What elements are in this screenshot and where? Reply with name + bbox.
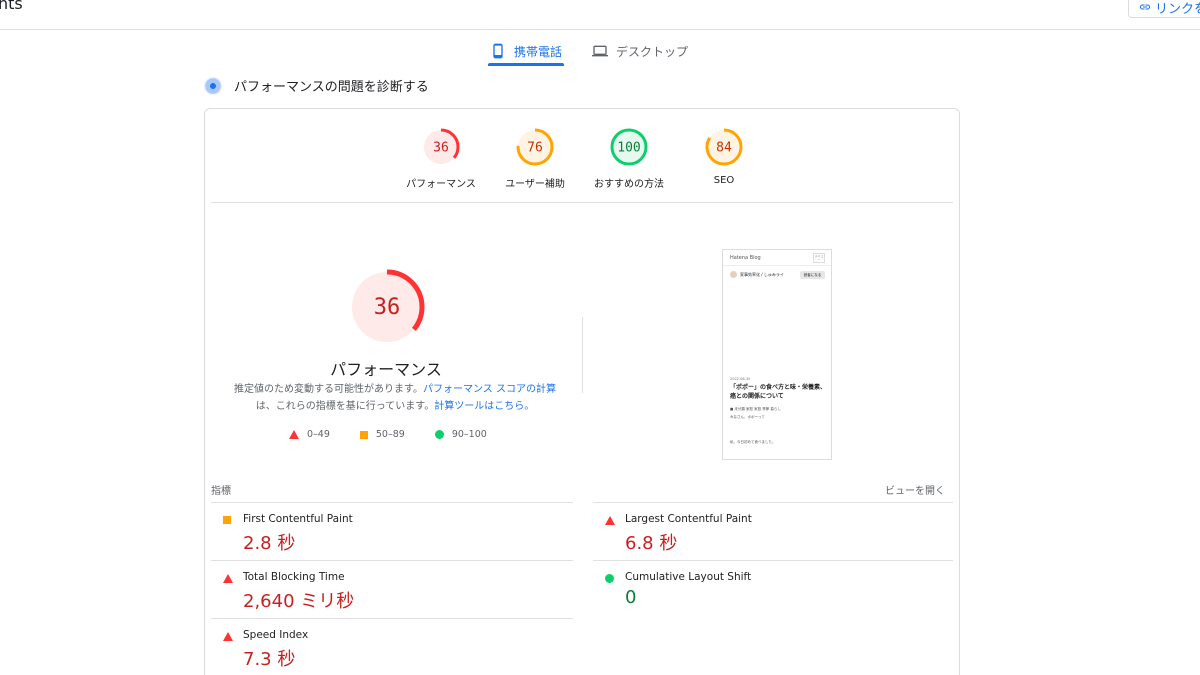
gauge-accessibility[interactable]: 76 ユーザー補助 (485, 127, 585, 190)
performance-score-gauge: 36 (347, 267, 427, 347)
thumb-footer-text: 私、今日初めて食べました。 (730, 440, 776, 444)
svg-text:84: 84 (716, 141, 732, 156)
performance-score-label: パフォーマンス (330, 360, 442, 379)
score-legend: 0–49 50–89 90–100 (289, 429, 487, 440)
tab-mobile[interactable]: 携帯電話 (488, 36, 565, 66)
metric-value: 2.8 秒 (243, 533, 296, 554)
gauge-accessibility-label: ユーザー補助 (505, 179, 565, 190)
thumb-date: 2022-08-30 (730, 377, 751, 381)
legend-fail: 0–49 (289, 429, 330, 440)
thumb-tags: ■ 未分類 家庭 家庭 季節 暮らし (730, 407, 781, 411)
legend-average: 50–89 (359, 429, 405, 440)
legend-fail-range: 0–49 (307, 429, 330, 440)
share-label: リンクを (1155, 1, 1200, 17)
category-gauges: 36 パフォーマンス 76 ユーザー補助 100 おすすめの方法 84 SEO (205, 127, 961, 197)
pass-circle-icon (605, 574, 614, 583)
legend-average-range: 50–89 (375, 429, 405, 440)
fail-triangle-icon (289, 430, 299, 439)
metric-divider (211, 560, 573, 561)
metric-name: Largest Contentful Paint (625, 513, 752, 525)
diagnose-header: パフォーマンスの問題を診断する (204, 76, 429, 95)
report-card: 36 パフォーマンス 76 ユーザー補助 100 おすすめの方法 84 SEO … (204, 108, 960, 675)
metric-name: First Contentful Paint (243, 513, 353, 525)
tab-desktop-label: デスクトップ (616, 44, 689, 59)
fail-triangle-icon (223, 632, 233, 641)
lighthouse-icon (204, 76, 222, 95)
laptop-icon (592, 45, 609, 57)
thumb-follow-button: 読者になる (800, 271, 825, 279)
svg-text:100: 100 (617, 141, 640, 156)
metric-divider (593, 502, 953, 503)
pass-circle-icon (434, 430, 444, 439)
gauge-best-practices[interactable]: 100 おすすめの方法 (579, 127, 679, 190)
svg-text:36: 36 (374, 295, 401, 320)
top-bar: nts リンクを (0, 0, 1200, 30)
metric-divider (211, 502, 573, 503)
thumb-header: Hatena Blog メニュー (723, 250, 831, 266)
tab-mobile-label: 携帯電話 (514, 44, 563, 59)
metric-name: Speed Index (243, 629, 309, 641)
calculator-link[interactable]: 計算ツールはこちら。 (434, 401, 534, 412)
vertical-separator (582, 317, 583, 393)
gauge-best-practices-ring: 100 (610, 128, 648, 166)
page-screenshot-thumbnail: Hatena Blog メニュー 家事効率化 / しゅみライ 読者になる 202… (722, 249, 832, 460)
thumb-avatar (730, 271, 737, 278)
diagnose-title: パフォーマンスの問題を診断する (234, 80, 429, 95)
score-calculation-link[interactable]: パフォーマンス スコアの計算 (423, 384, 556, 395)
gauge-seo[interactable]: 84 SEO (674, 127, 774, 186)
thumb-author: 家事効率化 / しゅみライ (730, 271, 784, 278)
gauge-performance-label: パフォーマンス (406, 179, 476, 190)
thumb-title: 「ポポー」の食べ方と味・栄養素、癌との関係について (730, 384, 827, 400)
legend-pass-range: 90–100 (451, 429, 487, 440)
gauge-best-practices-label: おすすめの方法 (594, 179, 664, 190)
metric-divider (593, 560, 953, 561)
desc-text-2: は、これらの指標を基に行っています。 (255, 401, 435, 412)
link-icon (1140, 4, 1150, 10)
metric-divider (211, 618, 573, 619)
desc-text-1: 推定値のため変動する可能性があります。 (234, 384, 423, 395)
thumb-logo: Hatena Blog (730, 255, 761, 261)
thumb-body: みなさん、ポポーって (730, 415, 765, 419)
fail-triangle-icon (223, 574, 233, 583)
section-divider (211, 202, 953, 203)
share-link-button[interactable]: リンクを (1128, 0, 1200, 18)
fail-triangle-icon (605, 516, 615, 525)
svg-text:76: 76 (527, 141, 543, 156)
svg-text:36: 36 (433, 141, 449, 156)
gauge-seo-ring: 84 (705, 128, 743, 166)
gauge-performance[interactable]: 36 パフォーマンス (391, 127, 491, 190)
tab-desktop[interactable]: デスクトップ (590, 36, 690, 66)
performance-score-ring: 36 (349, 269, 425, 345)
gauge-seo-label: SEO (713, 175, 735, 186)
thumb-author-name: 家事効率化 / しゅみライ (740, 271, 784, 277)
average-square-icon (223, 516, 231, 524)
metric-name: Cumulative Layout Shift (625, 571, 752, 583)
gauge-accessibility-ring: 76 (516, 128, 554, 166)
smartphone-icon (493, 43, 503, 59)
metric-value: 7.3 秒 (243, 649, 296, 670)
expand-view-toggle[interactable]: ビューを開く (885, 482, 945, 497)
gauge-performance-ring: 36 (422, 128, 460, 166)
average-square-icon (359, 430, 368, 439)
metrics-section-label: 指標 (211, 486, 231, 497)
page-heading-fragment: nts (0, 0, 23, 13)
metric-name: Total Blocking Time (243, 571, 345, 583)
device-tabs: 携帯電話 デスクトップ (488, 36, 690, 66)
thumb-menu-icon: メニュー (813, 253, 825, 263)
metric-value: 2,640 ミリ秒 (243, 591, 355, 612)
legend-pass: 90–100 (434, 429, 487, 440)
metric-value: 6.8 秒 (625, 533, 678, 554)
metric-value: 0 (625, 587, 637, 608)
performance-score-description: 推定値のため変動する可能性があります。パフォーマンス スコアの計算 は、これらの… (225, 381, 565, 415)
